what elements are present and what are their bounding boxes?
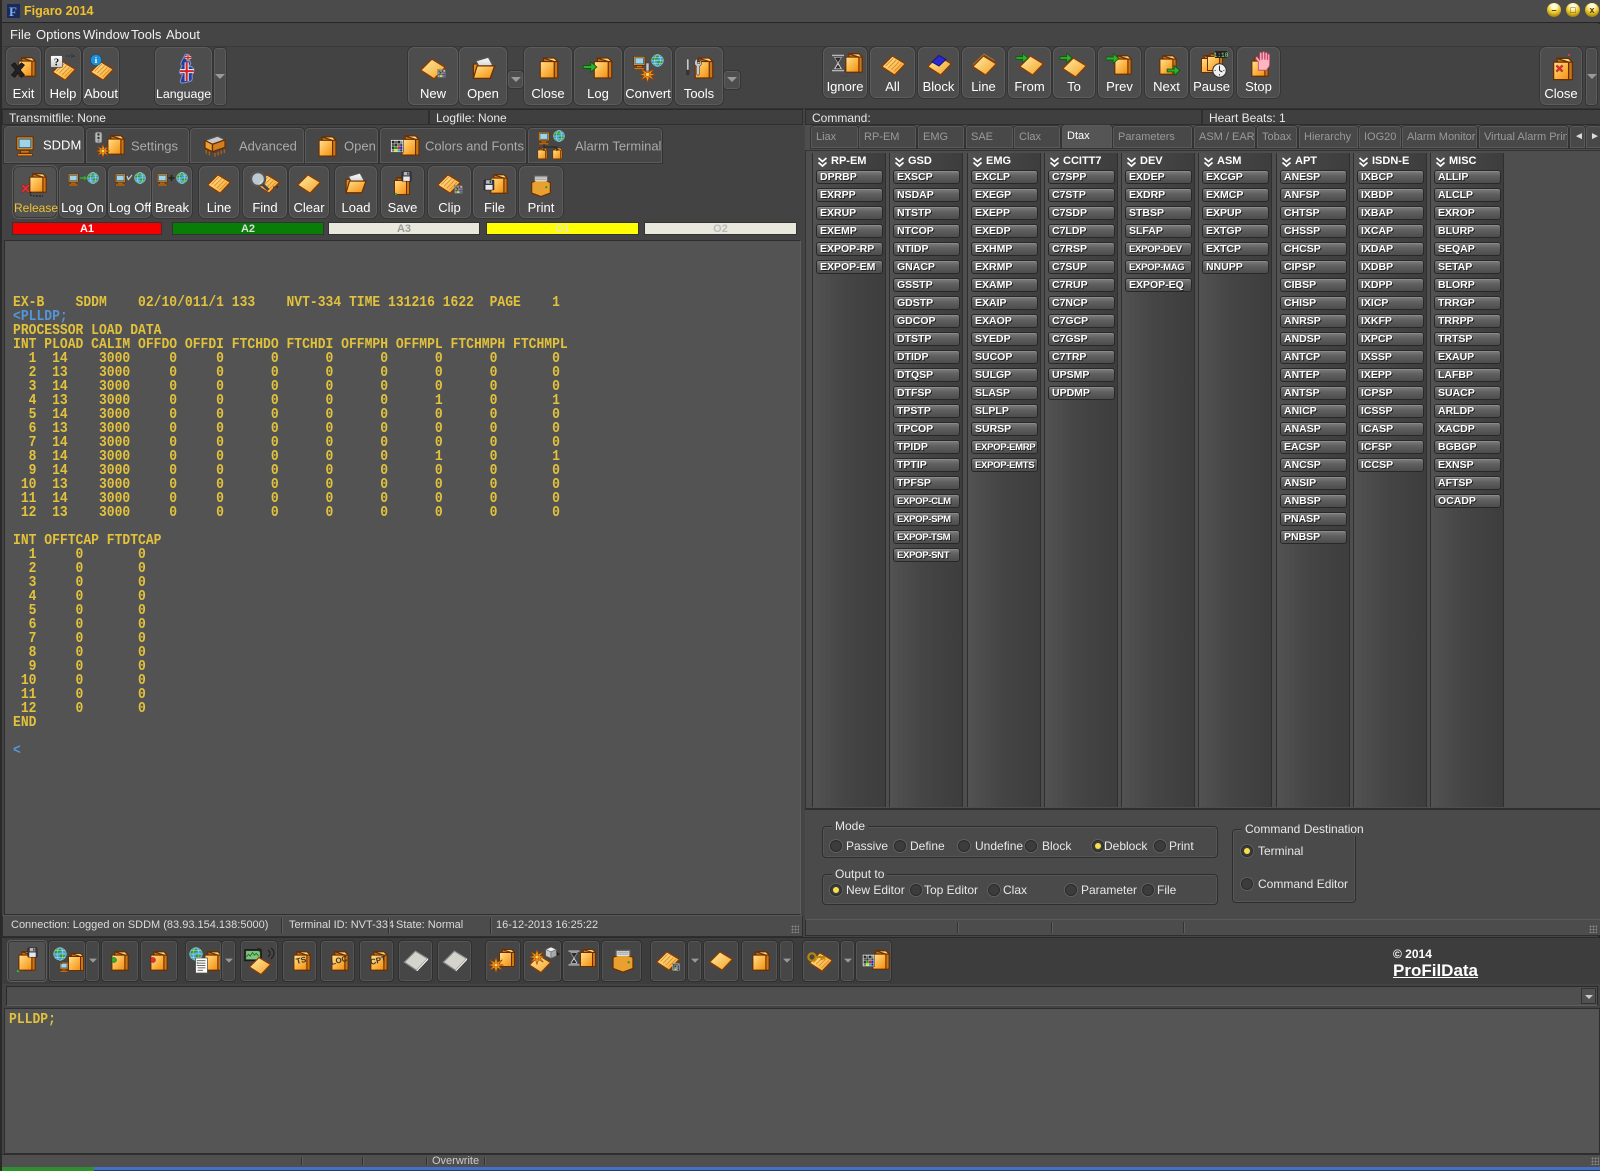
svg-text:F: F bbox=[9, 4, 17, 19]
svg-text:1:10: 1:10 bbox=[1213, 52, 1228, 59]
